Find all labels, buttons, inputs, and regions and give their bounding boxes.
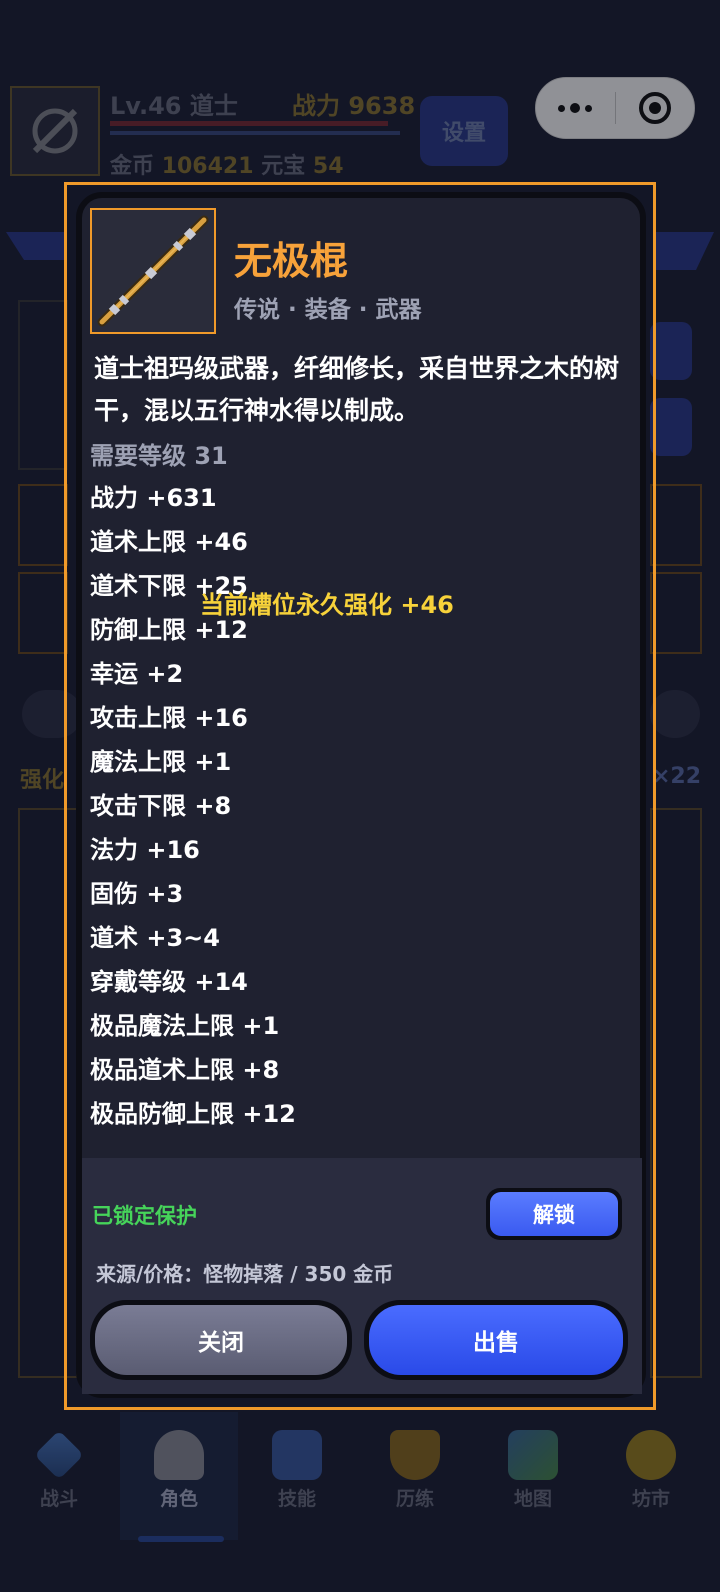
stat-line: 固伤 +3	[90, 880, 184, 908]
stat-line: 魔法上限 +1	[90, 748, 232, 776]
item-source-price: 来源/价格：怪物掉落 / 350 金币	[96, 1262, 394, 1286]
staff-icon	[97, 215, 209, 327]
required-level: 需要等级 31	[90, 442, 228, 470]
stat-line: 攻击下限 +8	[90, 792, 232, 820]
unlock-button[interactable]: 解锁	[486, 1188, 622, 1240]
stat-line: 极品魔法上限 +1	[90, 1012, 280, 1040]
stat-line: 穿戴等级 +14	[90, 968, 248, 996]
item-name: 无极棍	[234, 239, 349, 283]
stat-line: 攻击上限 +16	[90, 704, 248, 732]
item-thumbnail	[90, 208, 216, 334]
stat-line: 战力 +631	[90, 484, 217, 512]
stat-line: 道术上限 +46	[90, 528, 248, 556]
sell-button[interactable]: 出售	[364, 1300, 628, 1380]
item-description: 道士祖玛级武器，纤细修长，采自世界之木的树干，混以五行神水得以制成。	[94, 354, 620, 425]
stat-line: 道术 +3~4	[90, 924, 220, 952]
lock-status: 已锁定保护	[92, 1204, 197, 1228]
stat-line: 法力 +16	[90, 836, 200, 864]
item-stats-list: 需要等级 31 当前槽位永久强化 +46 战力 +631 道术上限 +46 道术…	[90, 436, 454, 1136]
slot-bonus: 当前槽位永久强化 +46	[200, 591, 454, 619]
stat-line: 极品防御上限 +12	[90, 1100, 296, 1128]
stat-line: 幸运 +2	[90, 660, 184, 688]
stat-line: 极品道术上限 +8	[90, 1056, 280, 1084]
item-tags: 传说 · 装备 · 武器	[234, 297, 422, 323]
close-button[interactable]: 关闭	[90, 1300, 352, 1380]
